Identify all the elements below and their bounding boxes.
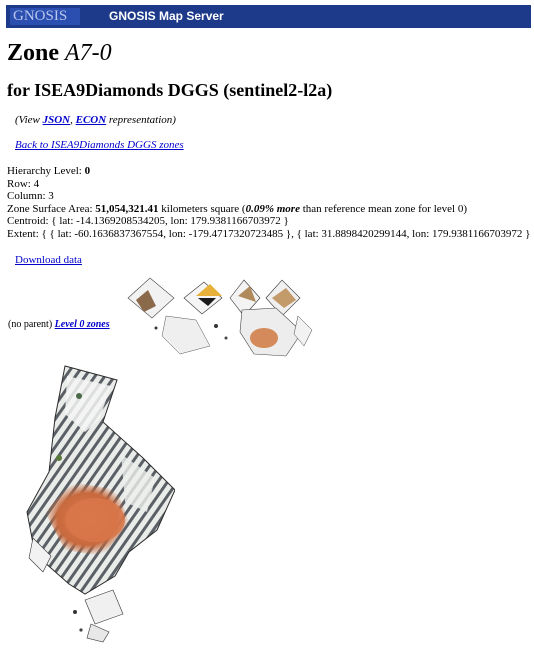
- page-title: Zone A7-0: [7, 40, 112, 66]
- zone-imagery: [26, 365, 175, 643]
- hierarchy-level: Hierarchy Level: 0: [7, 165, 91, 177]
- zone-id: A7-0: [65, 40, 112, 66]
- parent-zone-preview-image[interactable]: [126, 276, 314, 362]
- column-value: Column: 3: [7, 190, 54, 203]
- centroid: Centroid: { lat: -14.1369208534205, lon:…: [7, 215, 289, 228]
- download-data-link[interactable]: Download data: [15, 254, 82, 266]
- back-to-zones-link[interactable]: Back to ISEA9Diamonds DGGS zones: [15, 139, 184, 151]
- zone-info: Hierarchy Level: 0 Row: 4 Column: 3 Zone…: [7, 165, 534, 241]
- representation-links: (View JSON, ECON representation): [15, 114, 176, 126]
- row-value: Row: 4: [7, 177, 40, 190]
- server-title: GNOSIS Map Server: [109, 9, 224, 23]
- parent-info: (no parent) Level 0 zones: [8, 319, 110, 330]
- logo-text: GNOSIS: [13, 8, 68, 24]
- extent: Extent: { { lat: -60.1636837367554, lon:…: [7, 227, 534, 240]
- zone-imagery-map[interactable]: [25, 362, 175, 644]
- gnosis-logo[interactable]: GNOSIS: [10, 8, 80, 25]
- surface-area: Zone Surface Area: 51,054,321.41 kilomet…: [7, 202, 468, 215]
- preview-imagery: [127, 277, 313, 357]
- econ-link[interactable]: ECON: [76, 114, 107, 126]
- json-link[interactable]: JSON: [43, 114, 71, 126]
- header-banner: GNOSIS GNOSIS Map Server: [6, 5, 531, 28]
- page-subtitle: for ISEA9Diamonds DGGS (sentinel2-l2a): [7, 80, 333, 100]
- level-0-zones-link[interactable]: Level 0 zones: [55, 319, 110, 330]
